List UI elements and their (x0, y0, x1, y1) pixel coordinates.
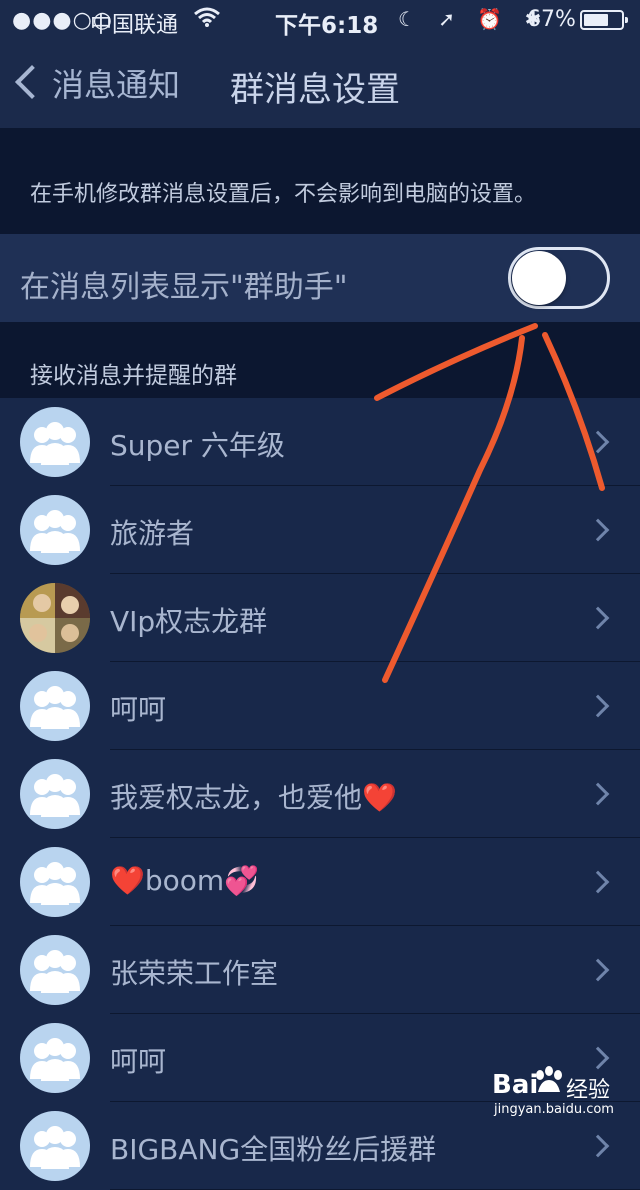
group-list-item[interactable]: 张荣荣工作室 (0, 926, 640, 1014)
group-avatar (20, 495, 90, 565)
group-avatar (20, 1023, 90, 1093)
chevron-right-icon (586, 1134, 610, 1158)
group-name: 我爱权志龙，也爱他❤️ (110, 781, 397, 814)
group-name: 呵呵 (110, 1045, 167, 1078)
back-button[interactable]: 消息通知 (10, 60, 180, 106)
group-avatar-icon (30, 422, 80, 465)
group-list-item[interactable]: 旅游者 (0, 486, 640, 574)
group-avatar-icon (30, 686, 80, 729)
wifi-icon (194, 6, 220, 34)
group-avatar-icon (30, 862, 80, 905)
chevron-right-icon (586, 606, 610, 630)
chevron-right-icon (586, 518, 610, 542)
group-avatar-icon (30, 1126, 80, 1169)
group-avatar (20, 935, 90, 1005)
group-avatar (20, 407, 90, 477)
group-name: Super 六年级 (110, 429, 285, 462)
group-list-item[interactable]: VIp权志龙群 (0, 574, 640, 662)
chevron-right-icon (586, 782, 610, 806)
battery-percentage: 67% (527, 7, 576, 32)
back-label: 消息通知 (52, 66, 181, 104)
group-list-item[interactable]: ❤️boom💞 (0, 838, 640, 926)
group-avatar-icon (30, 1038, 80, 1081)
chevron-right-icon (586, 870, 610, 894)
group-avatar (20, 671, 90, 741)
group-list-item[interactable]: Super 六年级 (0, 398, 640, 486)
status-bar: ●●●○○ 中国联通 下午6:18 ☾ ➚ ⏰ ✱ 67% (0, 0, 640, 40)
group-avatar-icon (30, 510, 80, 553)
chevron-right-icon (586, 430, 610, 454)
group-name: ❤️boom💞 (110, 864, 260, 897)
battery-icon (580, 10, 628, 30)
clock: 下午6:18 (275, 13, 379, 39)
group-name: 呵呵 (110, 693, 167, 726)
settings-hint: 在手机修改群消息设置后，不会影响到电脑的设置。 (0, 128, 640, 234)
group-avatar-icon (30, 950, 80, 993)
group-name: 旅游者 (110, 517, 195, 550)
page-title: 群消息设置 (230, 70, 400, 110)
group-name: 张荣荣工作室 (110, 957, 279, 990)
group-avatar (20, 847, 90, 917)
group-avatar (20, 1111, 90, 1181)
watermark-brand-suffix: 经验 (566, 1078, 611, 1103)
battery-fill (584, 14, 608, 26)
group-name: BIGBANG全国粉丝后援群 (110, 1133, 437, 1166)
baidu-paw-icon (536, 1066, 562, 1092)
group-list-item[interactable]: 我爱权志龙，也爱他❤️ (0, 750, 640, 838)
chevron-left-icon (15, 65, 49, 99)
hint-text: 在手机修改群消息设置后，不会影响到电脑的设置。 (30, 182, 537, 207)
navigation-bar: 消息通知 群消息设置 (0, 40, 640, 129)
battery-nub (625, 17, 628, 23)
chevron-right-icon (586, 958, 610, 982)
group-list-item[interactable]: 呵呵 (0, 662, 640, 750)
group-helper-toggle-row: 在消息列表显示"群助手" (0, 234, 640, 322)
group-helper-switch[interactable] (508, 247, 610, 309)
group-avatar (20, 759, 90, 829)
watermark-url: jingyan.baidu.com (494, 1102, 614, 1117)
switch-knob (512, 251, 566, 305)
group-photo-avatar (20, 583, 90, 653)
carrier-name: 中国联通 (90, 13, 179, 38)
chevron-right-icon (586, 694, 610, 718)
photo-collage-icon (20, 583, 90, 653)
baidu-watermark: Bai 经验 jingyan.baidu.com (492, 1064, 632, 1124)
group-name: VIp权志龙群 (110, 605, 268, 638)
group-helper-label: 在消息列表显示"群助手" (20, 270, 348, 305)
section-header: 接收消息并提醒的群 (0, 322, 640, 398)
section-header-label: 接收消息并提醒的群 (30, 363, 237, 389)
group-avatar-icon (30, 774, 80, 817)
